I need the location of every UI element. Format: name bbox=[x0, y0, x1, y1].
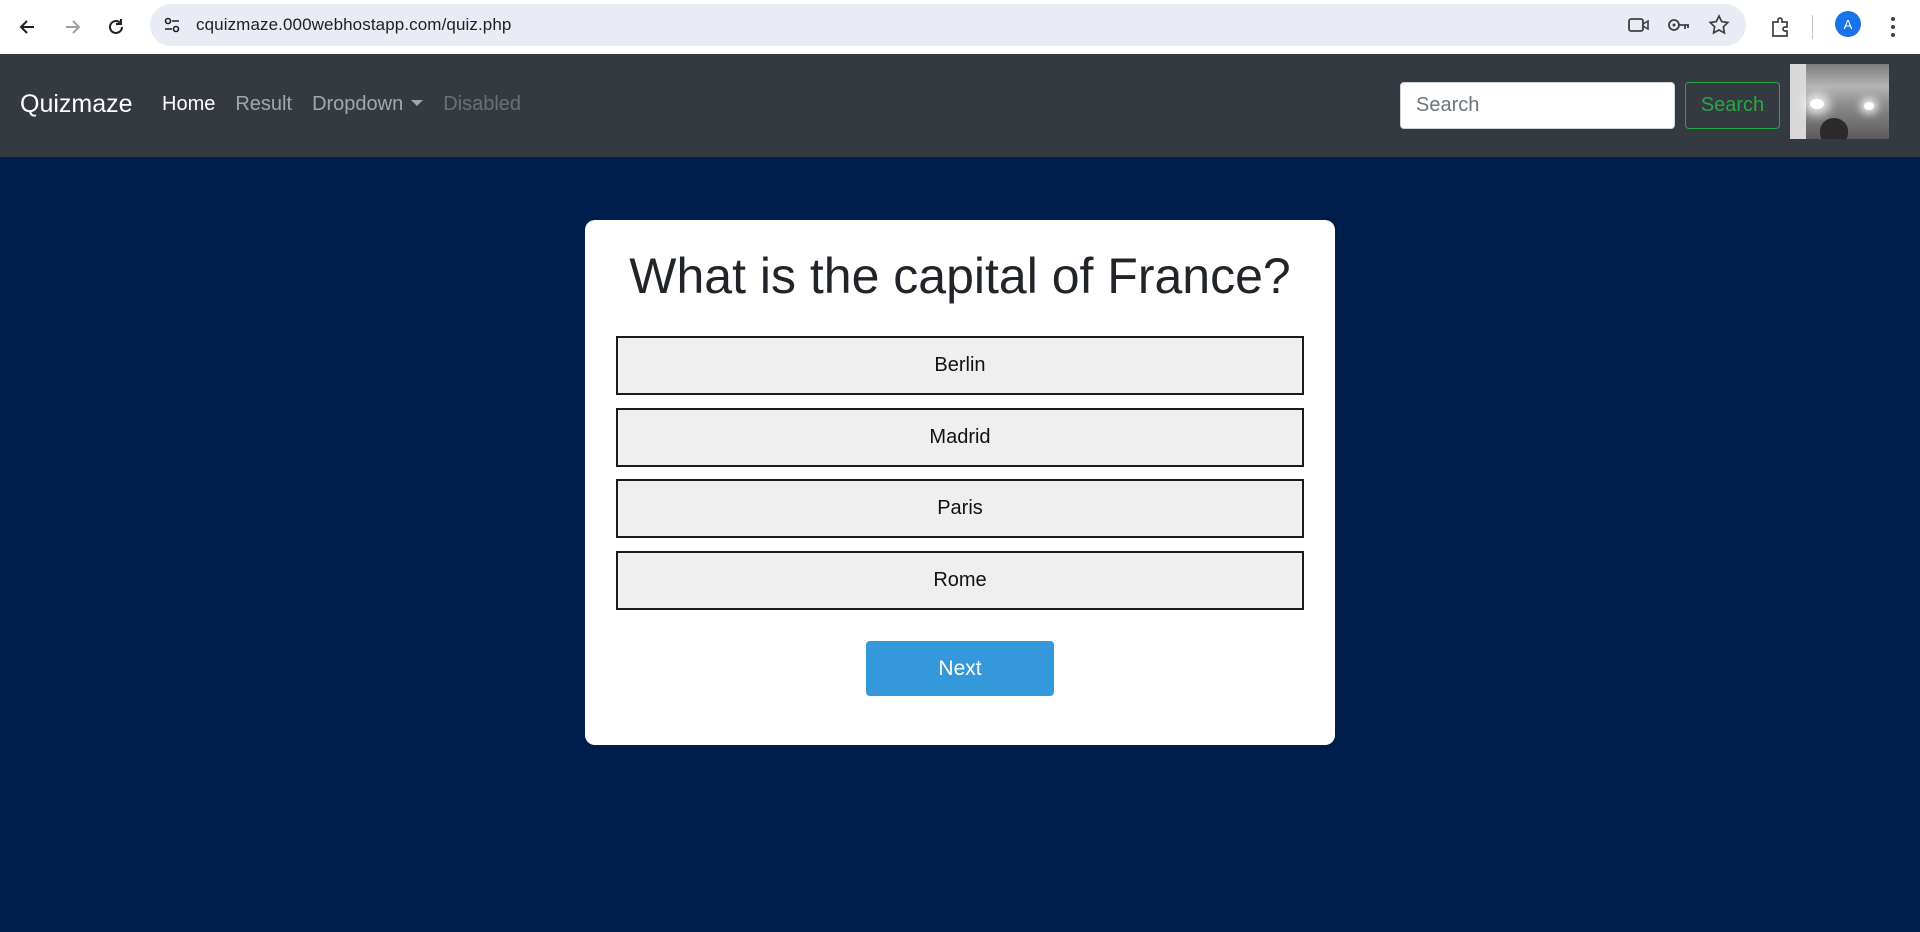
nav-link-result[interactable]: Result bbox=[235, 93, 292, 116]
star-icon[interactable] bbox=[1702, 8, 1736, 42]
nav-link-disabled: Disabled bbox=[443, 93, 522, 115]
next-button[interactable]: Next bbox=[866, 641, 1054, 696]
nav-dropdown-label: Dropdown bbox=[312, 93, 404, 115]
site-info-icon[interactable] bbox=[154, 7, 190, 43]
nav-dropdown[interactable]: Dropdown bbox=[312, 93, 424, 116]
reload-icon[interactable] bbox=[94, 5, 138, 49]
question-text: What is the capital of France? bbox=[629, 248, 1291, 304]
quiz-card: What is the capital of France? Berlin Ma… bbox=[585, 220, 1335, 745]
browser-toolbar: cquizmaze.000webhostapp.com/quiz.php A bbox=[0, 0, 1920, 54]
address-bar[interactable]: cquizmaze.000webhostapp.com/quiz.php bbox=[150, 4, 1746, 46]
search-button[interactable]: Search bbox=[1685, 82, 1780, 129]
site-navbar: Quizmaze Home Result Dropdown Disabled S… bbox=[0, 54, 1920, 157]
option-madrid[interactable]: Madrid bbox=[616, 408, 1304, 467]
nav-link-home[interactable]: Home bbox=[162, 93, 215, 116]
toolbar-divider bbox=[1812, 15, 1813, 39]
forward-arrow-icon[interactable] bbox=[50, 5, 94, 49]
profile-avatar[interactable]: A bbox=[1835, 11, 1861, 37]
back-arrow-icon[interactable] bbox=[6, 5, 50, 49]
search-input[interactable] bbox=[1400, 82, 1675, 129]
webcam-preview bbox=[1790, 64, 1889, 139]
brand-logo[interactable]: Quizmaze bbox=[20, 90, 133, 119]
kebab-menu-icon[interactable] bbox=[1878, 8, 1908, 46]
option-paris[interactable]: Paris bbox=[616, 479, 1304, 538]
option-berlin[interactable]: Berlin bbox=[616, 336, 1304, 395]
nav-links: Home Result Dropdown Disabled bbox=[162, 93, 541, 116]
option-rome[interactable]: Rome bbox=[616, 551, 1304, 610]
key-icon[interactable] bbox=[1662, 8, 1696, 42]
puzzle-icon[interactable] bbox=[1762, 8, 1800, 46]
address-bar-actions bbox=[1622, 4, 1736, 46]
browser-nav-buttons bbox=[0, 5, 138, 49]
camera-icon[interactable] bbox=[1622, 8, 1656, 42]
url-text[interactable]: cquizmaze.000webhostapp.com/quiz.php bbox=[196, 15, 511, 35]
caret-down-icon bbox=[411, 99, 424, 106]
